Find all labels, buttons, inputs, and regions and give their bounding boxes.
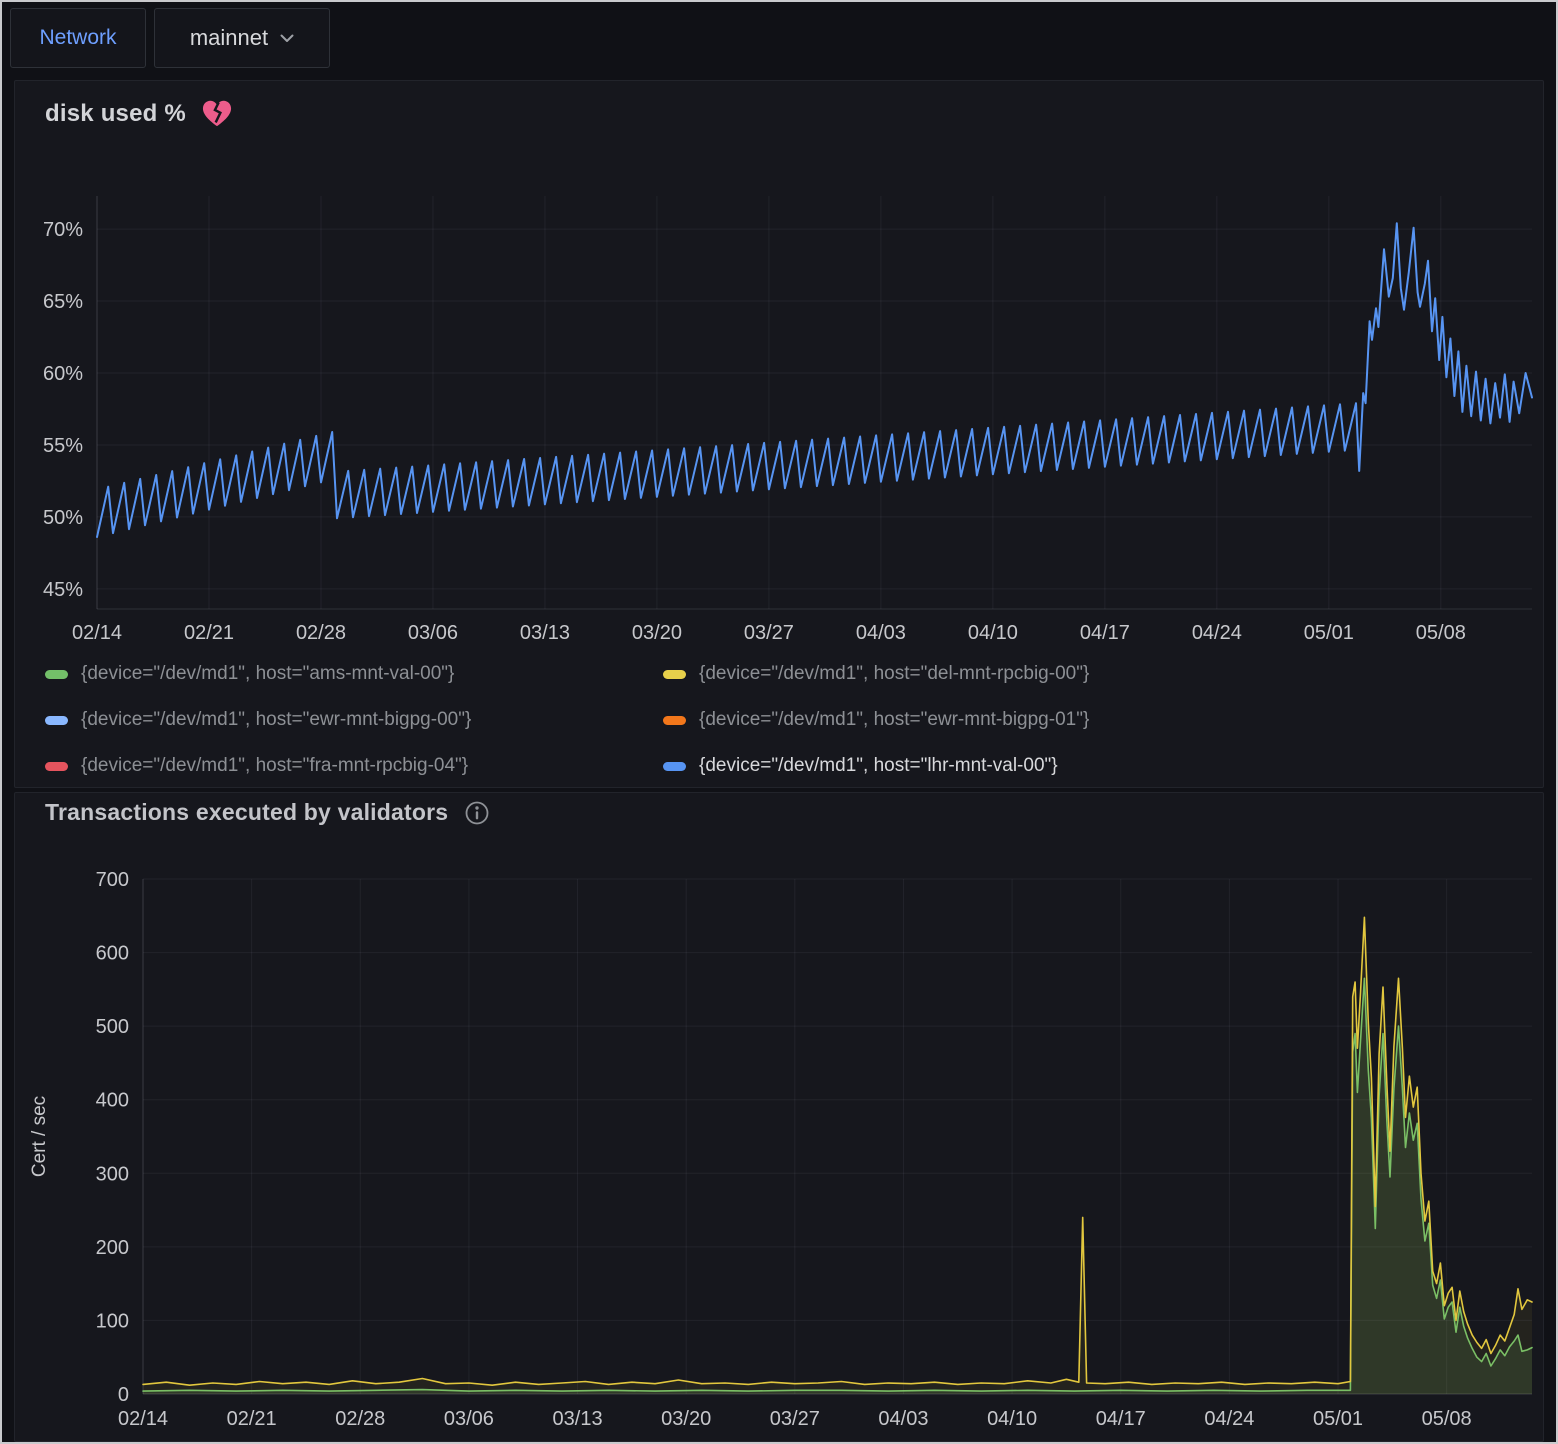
- svg-text:03/20: 03/20: [661, 1408, 711, 1430]
- svg-text:500: 500: [96, 1016, 129, 1038]
- svg-text:05/01: 05/01: [1304, 622, 1354, 644]
- svg-text:04/03: 04/03: [878, 1408, 928, 1430]
- grafana-dashboard: { "toolbar": { "network_label": "Network…: [0, 0, 1558, 1444]
- panel-disk-header: disk used %: [45, 99, 232, 128]
- dashboard-toolbar: Network mainnet: [0, 0, 1558, 76]
- legend-item[interactable]: {device="/dev/md1", host="ewr-mnt-bigpg-…: [45, 709, 663, 731]
- svg-text:100: 100: [96, 1310, 129, 1332]
- svg-text:70%: 70%: [43, 219, 83, 241]
- legend-item[interactable]: {device="/dev/md1", host="ewr-mnt-bigpg-…: [663, 709, 1089, 731]
- disk-used-chart[interactable]: 02/14 02/21 02/28 03/06 03/13 03/20 03/27 04/03…: [15, 181, 1544, 651]
- broken-heart-icon: [202, 99, 232, 128]
- svg-text:02/28: 02/28: [335, 1408, 385, 1430]
- series-swatch: [663, 670, 686, 679]
- svg-text:300: 300: [96, 1163, 129, 1185]
- svg-text:04/24: 04/24: [1204, 1408, 1254, 1430]
- svg-text:04/10: 04/10: [968, 622, 1018, 644]
- info-icon[interactable]: [464, 800, 490, 826]
- svg-text:04/03: 04/03: [856, 622, 906, 644]
- svg-text:02/14: 02/14: [72, 622, 122, 644]
- svg-text:05/08: 05/08: [1422, 1408, 1472, 1430]
- series-label: {device="/dev/md1", host="fra-mnt-rpcbig…: [81, 755, 468, 777]
- series-swatch: [45, 762, 68, 771]
- svg-text:02/21: 02/21: [184, 622, 234, 644]
- svg-text:200: 200: [96, 1237, 129, 1259]
- legend-item[interactable]: {device="/dev/md1", host="fra-mnt-rpcbig…: [45, 755, 663, 777]
- svg-text:03/06: 03/06: [408, 622, 458, 644]
- svg-text:0: 0: [118, 1384, 129, 1406]
- svg-text:02/21: 02/21: [227, 1408, 277, 1430]
- svg-text:03/27: 03/27: [770, 1408, 820, 1430]
- svg-text:03/27: 03/27: [744, 622, 794, 644]
- legend-item[interactable]: {device="/dev/md1", host="lhr-mnt-val-00…: [663, 755, 1089, 777]
- svg-text:02/14: 02/14: [118, 1408, 168, 1430]
- network-variable-dropdown[interactable]: mainnet: [154, 8, 330, 68]
- svg-text:03/06: 03/06: [444, 1408, 494, 1430]
- series-label: {device="/dev/md1", host="del-mnt-rpcbig…: [699, 663, 1089, 685]
- panel-tx-header: Transactions executed by validators: [45, 799, 490, 826]
- series-label: {device="/dev/md1", host="ams-mnt-val-00…: [81, 663, 454, 685]
- network-variable-label[interactable]: Network: [10, 8, 146, 68]
- svg-text:700: 700: [96, 869, 129, 891]
- series-swatch: [45, 670, 68, 679]
- svg-text:04/17: 04/17: [1080, 622, 1130, 644]
- series-label: {device="/dev/md1", host="ewr-mnt-bigpg-…: [81, 709, 471, 731]
- series-swatch: [45, 716, 68, 725]
- network-label-text: Network: [39, 26, 116, 50]
- panel-tx-title: Transactions executed by validators: [45, 799, 448, 826]
- svg-text:02/28: 02/28: [296, 622, 346, 644]
- network-value-text: mainnet: [190, 25, 268, 51]
- svg-text:400: 400: [96, 1090, 129, 1112]
- series-label: {device="/dev/md1", host="lhr-mnt-val-00…: [699, 755, 1058, 777]
- disk-chart-legend: {device="/dev/md1", host="ams-mnt-val-00…: [45, 651, 1089, 788]
- svg-text:65%: 65%: [43, 291, 83, 313]
- chevron-down-icon: [280, 34, 294, 43]
- svg-text:04/17: 04/17: [1096, 1408, 1146, 1430]
- legend-item[interactable]: {device="/dev/md1", host="del-mnt-rpcbig…: [663, 663, 1089, 685]
- svg-text:03/13: 03/13: [553, 1408, 603, 1430]
- series-swatch: [663, 762, 686, 771]
- series-swatch: [663, 716, 686, 725]
- legend-item[interactable]: {device="/dev/md1", host="ams-mnt-val-00…: [45, 663, 663, 685]
- svg-text:05/01: 05/01: [1313, 1408, 1363, 1430]
- svg-text:55%: 55%: [43, 435, 83, 457]
- svg-text:600: 600: [96, 943, 129, 965]
- panel-disk-title: disk used %: [45, 100, 186, 128]
- svg-text:60%: 60%: [43, 363, 83, 385]
- svg-text:45%: 45%: [43, 579, 83, 601]
- series-label: {device="/dev/md1", host="ewr-mnt-bigpg-…: [699, 709, 1089, 731]
- svg-text:04/24: 04/24: [1192, 622, 1242, 644]
- transactions-chart[interactable]: 02/14 02/21 02/28 03/06 03/13 03/20 03/27 04/03…: [15, 853, 1544, 1441]
- svg-text:03/20: 03/20: [632, 622, 682, 644]
- svg-text:03/13: 03/13: [520, 622, 570, 644]
- svg-text:04/10: 04/10: [987, 1408, 1037, 1430]
- panel-disk-used: disk used % 02/14 02/21 02/28 03/06 03/13 03/…: [14, 80, 1544, 788]
- panel-transactions: Transactions executed by validators 02/1…: [14, 792, 1544, 1442]
- svg-text:Cert / sec: Cert / sec: [29, 1096, 50, 1177]
- svg-text:05/08: 05/08: [1416, 622, 1466, 644]
- svg-text:50%: 50%: [43, 507, 83, 529]
